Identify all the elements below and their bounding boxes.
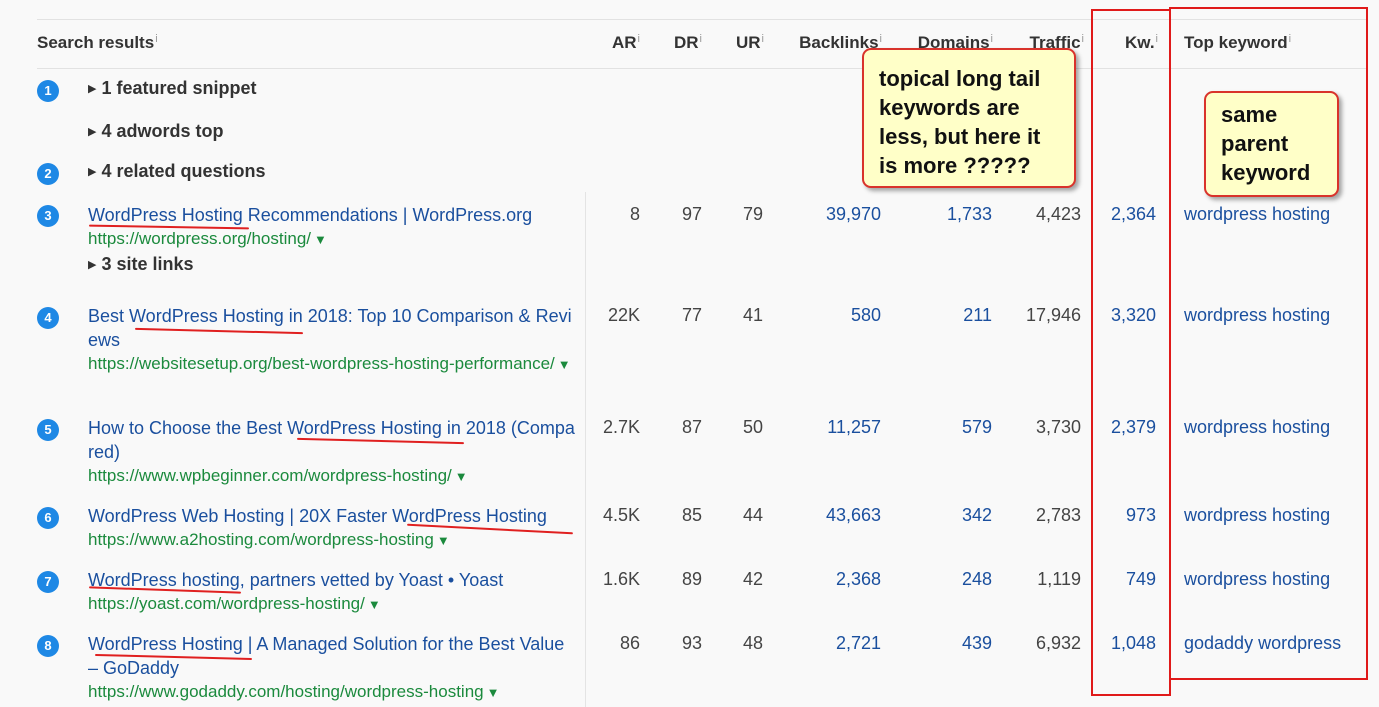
backlinks-link[interactable]: 39,970	[780, 204, 881, 225]
ur-value: 50	[742, 417, 763, 437]
info-icon: i	[1081, 33, 1084, 45]
dr-value: 77	[681, 305, 702, 325]
kw-column-highlight-box	[1091, 9, 1171, 696]
result-url-link[interactable]: https://yoast.com/wordpress-hosting/▼	[88, 592, 578, 617]
dropdown-caret-icon[interactable]: ▼	[487, 685, 500, 700]
note-topical-long-tail: topical long tail keywords are less, but…	[862, 48, 1076, 188]
header-ar[interactable]: ARi	[590, 33, 640, 53]
expand-triangle-icon: ▶	[88, 166, 97, 178]
backlinks-link[interactable]: 43,663	[780, 505, 881, 526]
traffic-value: 4,423	[1035, 204, 1081, 224]
position-badge: 8	[37, 635, 59, 657]
ur-value: 79	[742, 204, 763, 224]
info-icon: i	[155, 33, 158, 45]
ar-value: 22K	[607, 305, 640, 325]
dropdown-caret-icon[interactable]: ▼	[455, 469, 468, 484]
traffic-value: 2,783	[1035, 505, 1081, 525]
domains-link[interactable]: 342	[900, 505, 992, 526]
domains-link[interactable]: 579	[900, 417, 992, 438]
position-badge: 4	[37, 307, 59, 329]
adwords-top-toggle[interactable]: ▶ 4 adwords top	[88, 121, 223, 142]
dropdown-caret-icon[interactable]: ▼	[314, 232, 327, 247]
ur-value: 44	[742, 505, 763, 525]
backlinks-link[interactable]: 11,257	[780, 417, 881, 438]
position-badge: 5	[37, 419, 59, 441]
traffic-value: 6,932	[1035, 633, 1081, 653]
backlinks-link[interactable]: 2,368	[780, 569, 881, 590]
ar-value: 86	[619, 633, 640, 653]
domains-link[interactable]: 1,733	[900, 204, 992, 225]
result-url-link[interactable]: https://www.godaddy.com/hosting/wordpres…	[88, 680, 578, 705]
domains-link[interactable]: 248	[900, 569, 992, 590]
info-icon: i	[699, 33, 702, 45]
info-icon: i	[990, 33, 993, 45]
result-url-link[interactable]: https://www.a2hosting.com/wordpress-host…	[88, 528, 578, 553]
position-badge: 1	[37, 80, 59, 102]
info-icon: i	[761, 33, 764, 45]
dr-value: 85	[681, 505, 702, 525]
info-icon: i	[637, 33, 640, 45]
dropdown-caret-icon[interactable]: ▼	[558, 357, 571, 372]
expand-triangle-icon: ▶	[88, 83, 97, 95]
ar-value: 2.7K	[602, 417, 640, 437]
site-links-toggle[interactable]: ▶ 3 site links	[88, 254, 194, 275]
dr-value: 89	[681, 569, 702, 589]
dr-value: 97	[681, 204, 702, 224]
backlinks-link[interactable]: 2,721	[780, 633, 881, 654]
note-same-parent-keyword: same parent keyword	[1204, 91, 1339, 197]
traffic-value: 1,119	[1037, 569, 1081, 589]
backlinks-link[interactable]: 580	[780, 305, 881, 326]
header-search-results[interactable]: Search resultsi	[37, 33, 158, 53]
ur-value: 42	[742, 569, 763, 589]
header-ur[interactable]: URi	[712, 33, 764, 53]
info-icon: i	[879, 33, 882, 45]
dropdown-caret-icon[interactable]: ▼	[368, 597, 381, 612]
ar-value: 8	[629, 204, 640, 224]
header-dr[interactable]: DRi	[650, 33, 702, 53]
ar-value: 1.6K	[602, 569, 640, 589]
result-title-link[interactable]: WordPress Hosting Recommendations | Word…	[88, 203, 578, 227]
dr-value: 87	[681, 417, 702, 437]
result-url-link[interactable]: https://www.wpbeginner.com/wordpress-hos…	[88, 464, 578, 489]
result-url-link[interactable]: https://websitesetup.org/best-wordpress-…	[88, 352, 578, 377]
position-badge: 6	[37, 507, 59, 529]
ar-value: 4.5K	[602, 505, 640, 525]
result-title-link[interactable]: WordPress Web Hosting | 20X Faster WordP…	[88, 504, 578, 528]
position-badge: 3	[37, 205, 59, 227]
featured-snippet-toggle[interactable]: ▶ 1 featured snippet	[88, 78, 257, 99]
dropdown-caret-icon[interactable]: ▼	[437, 533, 450, 548]
expand-triangle-icon: ▶	[88, 126, 97, 138]
result-url-link[interactable]: https://wordpress.org/hosting/▼	[88, 227, 578, 252]
expand-triangle-icon: ▶	[88, 259, 97, 271]
domains-link[interactable]: 211	[900, 305, 992, 326]
dr-value: 93	[681, 633, 702, 653]
ur-value: 41	[742, 305, 763, 325]
traffic-value: 3,730	[1035, 417, 1081, 437]
ur-value: 48	[742, 633, 763, 653]
column-separator	[585, 192, 586, 707]
domains-link[interactable]: 439	[900, 633, 992, 654]
position-badge: 2	[37, 163, 59, 185]
traffic-value: 17,946	[1025, 305, 1081, 325]
related-questions-toggle[interactable]: ▶ 4 related questions	[88, 161, 266, 182]
position-badge: 7	[37, 571, 59, 593]
